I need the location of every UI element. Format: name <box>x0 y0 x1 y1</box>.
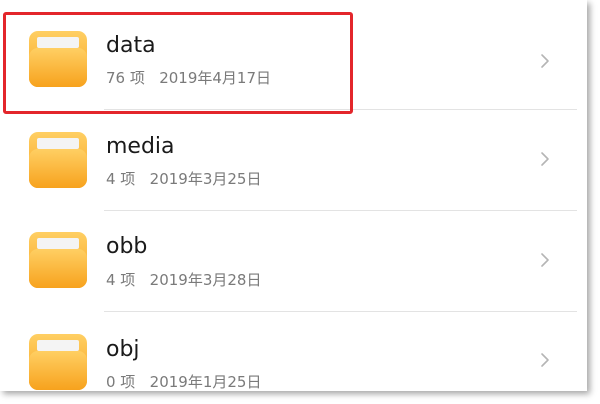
modified-date: 2019年3月25日 <box>149 170 262 188</box>
folder-row-obj[interactable]: obj 0 项 2019年1月25日 <box>0 302 587 391</box>
modified-date: 2019年3月28日 <box>149 271 262 289</box>
chevron-right-icon <box>541 253 549 267</box>
folder-row-obb[interactable]: obb 4 项 2019年3月28日 <box>0 201 587 301</box>
folder-meta: 76 项 2019年4月17日 <box>106 69 271 87</box>
folder-icon <box>29 334 87 390</box>
chevron-right-icon <box>541 54 549 68</box>
folder-list: data 76 项 2019年4月17日 media 4 项 2019年3月25… <box>0 0 587 391</box>
folder-icon <box>29 31 87 87</box>
modified-date: 2019年4月17日 <box>159 69 272 87</box>
folder-meta: 0 项 2019年1月25日 <box>106 373 261 391</box>
screenshot-frame: data 76 项 2019年4月17日 media 4 项 2019年3月25… <box>0 0 587 391</box>
chevron-right-icon <box>541 152 549 166</box>
folder-row-data[interactable]: data 76 项 2019年4月17日 <box>0 0 587 100</box>
modified-date: 2019年1月25日 <box>149 373 262 391</box>
chevron-right-icon <box>541 353 549 367</box>
folder-name: media <box>106 134 175 159</box>
folder-name: obj <box>106 337 140 362</box>
folder-name: obb <box>106 234 148 259</box>
item-count: 4 项 <box>106 271 136 289</box>
item-count: 4 项 <box>106 170 136 188</box>
folder-icon <box>29 132 87 188</box>
folder-icon <box>29 232 87 288</box>
folder-row-media[interactable]: media 4 项 2019年3月25日 <box>0 100 587 200</box>
folder-name: data <box>106 33 156 58</box>
folder-meta: 4 项 2019年3月28日 <box>106 271 261 289</box>
item-count: 76 项 <box>106 69 145 87</box>
folder-meta: 4 项 2019年3月25日 <box>106 170 261 188</box>
item-count: 0 项 <box>106 373 136 391</box>
